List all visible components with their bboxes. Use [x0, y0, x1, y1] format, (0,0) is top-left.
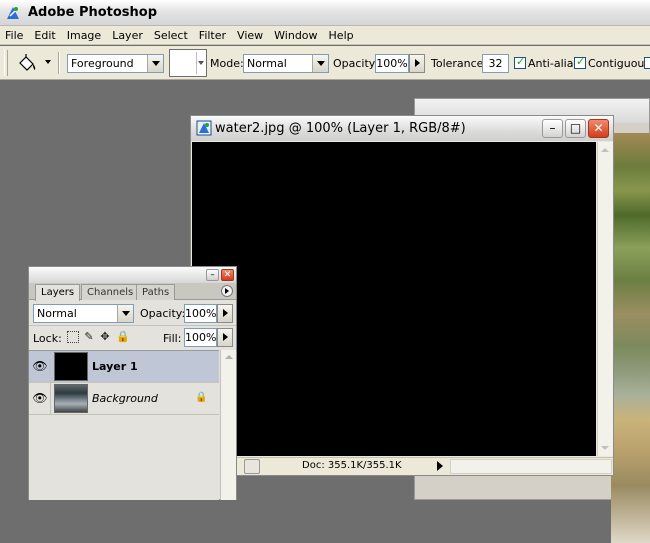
anti-alias-checkbox[interactable]: [514, 55, 526, 69]
palette-minimize-button[interactable]: –: [206, 269, 219, 281]
chevron-down-icon[interactable]: [312, 55, 328, 72]
layer-opacity-input[interactable]: 100%: [184, 304, 217, 323]
layer-name[interactable]: Layer 1: [92, 360, 138, 373]
document-titlebar[interactable]: water2.jpg @ 100% (Layer 1, RGB/8#) – □ …: [191, 116, 613, 141]
contiguous-checkbox[interactable]: [574, 55, 586, 69]
layer-list: 👁 Layer 1 👁 Background 🔒: [29, 350, 219, 500]
document-title: water2.jpg @ 100% (Layer 1, RGB/8#): [215, 121, 466, 136]
chevron-down-icon[interactable]: [117, 305, 133, 322]
fill-label: Fill:: [163, 332, 182, 345]
status-menu-arrow-icon[interactable]: [437, 461, 443, 471]
menu-image[interactable]: Image: [62, 29, 107, 42]
lock-all-icon[interactable]: 🔒: [116, 331, 130, 343]
minimize-button[interactable]: –: [542, 119, 563, 138]
tab-paths[interactable]: Paths: [136, 284, 176, 300]
visibility-toggle[interactable]: 👁: [29, 383, 51, 415]
photoshop-logo-icon: [7, 7, 19, 19]
lock-row: Lock: ✎ ✥ 🔒 Fill: 100%: [29, 325, 236, 349]
fill-source-value: Foreground: [71, 57, 134, 70]
mode-label: Mode:: [210, 57, 244, 70]
photoshop-document-icon: [196, 120, 212, 136]
minimize-icon: –: [549, 121, 556, 135]
horizontal-scrollbar[interactable]: [450, 459, 612, 474]
pattern-divider: [196, 52, 197, 74]
tolerance-input[interactable]: 32: [482, 54, 509, 73]
fill-input[interactable]: 100%: [184, 328, 217, 347]
pattern-arrow-icon[interactable]: [198, 61, 204, 65]
layer-opacity-slider-button[interactable]: [217, 304, 233, 323]
blend-mode-select[interactable]: Normal: [33, 304, 134, 323]
document-status-bar: Doc: 355.1K/355.1K: [192, 457, 613, 475]
lock-brush-icon[interactable]: ✎: [83, 331, 95, 343]
status-bar-icon[interactable]: [244, 459, 260, 474]
opacity-label: Opacity:: [333, 57, 379, 70]
maximize-button[interactable]: □: [565, 119, 586, 138]
chevron-down-icon[interactable]: [147, 55, 163, 72]
layer-thumbnail: [54, 384, 88, 413]
document-size-status: Doc: 355.1K/355.1K: [302, 460, 402, 471]
lock-transparency-icon[interactable]: [67, 331, 79, 343]
anti-alias-label: Anti-alias: [528, 57, 580, 70]
opacity-input[interactable]: 100%: [375, 54, 409, 73]
menu-window[interactable]: Window: [269, 29, 323, 42]
lock-move-icon[interactable]: ✥: [99, 331, 111, 343]
background-document-image: [611, 133, 650, 543]
menu-edit[interactable]: Edit: [29, 29, 61, 42]
layers-scrollbar[interactable]: [220, 350, 236, 500]
separator: [58, 52, 60, 74]
menu-select[interactable]: Select: [149, 29, 194, 42]
layer-opacity-label: Opacity:: [140, 307, 186, 320]
contiguous-label: Contiguous: [588, 57, 650, 70]
eye-icon[interactable]: 👁: [32, 360, 48, 372]
palette-close-button[interactable]: ✕: [221, 269, 234, 281]
mode-value: Normal: [247, 57, 287, 70]
layer-thumbnail: [54, 352, 88, 381]
layer-row-background[interactable]: 👁 Background 🔒: [29, 383, 219, 415]
scroll-up-icon[interactable]: [601, 148, 609, 152]
layer-row-layer-1[interactable]: 👁 Layer 1: [29, 351, 219, 383]
vertical-scrollbar[interactable]: [597, 142, 613, 456]
layers-palette-titlebar[interactable]: – ✕: [29, 267, 236, 283]
close-button[interactable]: ✕: [588, 119, 609, 138]
options-grip[interactable]: [4, 50, 8, 76]
eye-icon[interactable]: 👁: [32, 392, 48, 404]
fill-source-select[interactable]: Foreground: [67, 54, 164, 73]
opacity-slider-button[interactable]: [409, 54, 425, 73]
blend-mode-value: Normal: [37, 307, 77, 320]
app-title-bar: Adobe Photoshop: [0, 0, 650, 26]
menu-file[interactable]: File: [0, 29, 29, 42]
document-window: water2.jpg @ 100% (Layer 1, RGB/8#) – □ …: [190, 115, 614, 476]
tool-preset-arrow-icon[interactable]: [45, 60, 51, 64]
palette-menu-button[interactable]: [221, 285, 233, 297]
tab-channels[interactable]: Channels: [81, 284, 140, 300]
tab-layers[interactable]: Layers: [35, 284, 81, 301]
layer-name[interactable]: Background: [92, 392, 158, 405]
visibility-toggle[interactable]: 👁: [29, 351, 51, 383]
lock-label: Lock:: [33, 332, 62, 345]
tolerance-label: Tolerance:: [431, 57, 488, 70]
fill-slider-button[interactable]: [217, 328, 233, 347]
mode-select[interactable]: Normal: [243, 54, 329, 73]
scroll-down-icon[interactable]: [601, 446, 609, 450]
all-layers-checkbox[interactable]: [644, 57, 650, 69]
close-icon: ✕: [593, 121, 604, 135]
app-title: Adobe Photoshop: [28, 5, 158, 20]
lock-icon: 🔒: [195, 392, 208, 403]
menubar: File Edit Image Layer Select Filter View…: [0, 26, 650, 45]
menu-layer[interactable]: Layer: [107, 29, 149, 42]
palette-tabs: Layers Channels Paths: [29, 283, 236, 301]
menu-view[interactable]: View: [232, 29, 269, 42]
menu-help[interactable]: Help: [324, 29, 360, 42]
pattern-picker[interactable]: [169, 49, 207, 77]
maximize-icon: □: [569, 121, 582, 135]
document-canvas[interactable]: [192, 142, 596, 456]
scroll-up-icon[interactable]: [225, 355, 233, 359]
paint-bucket-icon[interactable]: [16, 53, 38, 73]
menu-filter[interactable]: Filter: [194, 29, 232, 42]
layers-palette: – ✕ Layers Channels Paths Normal Opacity…: [28, 266, 237, 500]
